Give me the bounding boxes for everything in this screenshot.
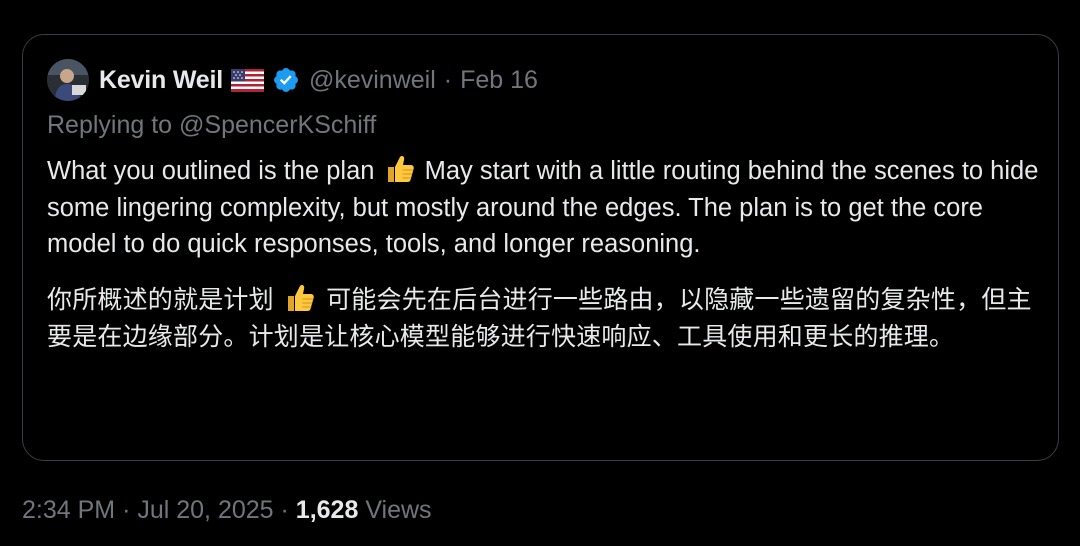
paragraph-text: What you outlined is the plan (47, 157, 382, 185)
post-meta-row: 2:34 PM · Jul 20, 2025 · 1,628 Views (22, 496, 432, 525)
thumbs-up-icon (384, 153, 416, 185)
thumbs-up-icon (284, 282, 316, 314)
views-count: 1,628 (295, 496, 359, 524)
tweet-paragraph-english: What you outlined is the plan May start … (47, 153, 1042, 263)
separator-dot: · (443, 65, 453, 94)
author-row: Kevin Weil @kevinweil · Feb 16 (47, 57, 538, 103)
replying-to-handle[interactable]: @SpencerKSchiff (179, 111, 376, 139)
post-full-date[interactable]: Jul 20, 2025 (137, 496, 273, 524)
display-name[interactable]: Kevin Weil (99, 66, 223, 95)
separator-dot: · (122, 496, 131, 524)
views-label: Views (365, 496, 432, 524)
replying-to-prefix: Replying to (47, 111, 180, 139)
tweet-text: What you outlined is the plan May start … (47, 153, 1042, 355)
tweet-paragraph-chinese: 你所概述的就是计划 可能会先在后台进行一些路由，以隐藏一些遗留的复杂性，但主要是… (47, 281, 1042, 355)
quoted-post-card[interactable]: Kevin Weil @kevinweil · Feb 16 Replying … (22, 34, 1059, 461)
paragraph-text: 你所概述的就是计划 (47, 284, 282, 314)
verified-checkmark-icon[interactable] (272, 66, 300, 94)
author-handle[interactable]: @kevinweil (309, 66, 436, 95)
separator-dot: · (280, 496, 289, 524)
us-flag-icon (230, 68, 264, 92)
replying-to-line: Replying to @SpencerKSchiff (47, 111, 376, 140)
avatar[interactable] (47, 59, 89, 101)
post-time[interactable]: 2:34 PM (22, 496, 115, 524)
post-date[interactable]: Feb 16 (460, 66, 538, 95)
